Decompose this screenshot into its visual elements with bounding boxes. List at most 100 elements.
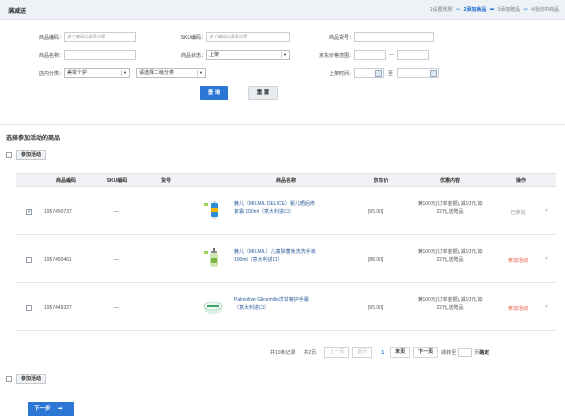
col-promo: 优惠内容 — [439, 177, 460, 184]
step-1: 1设置规则 — [429, 7, 453, 13]
divider — [0, 124, 565, 125]
price-range-label: 京东价格范围： — [318, 52, 354, 59]
join-activity-link[interactable]: 参加活动 — [502, 257, 534, 264]
chevron-down-icon[interactable]: ▼ — [544, 256, 549, 262]
listing-time-label: 上架时间： — [328, 70, 354, 77]
col-price: 京东价 — [373, 177, 389, 184]
filter-form: 商品编码： 多个编码以逗号分隔 SKU编码： 多个编码以逗号分隔 商品货号： 商… — [0, 22, 565, 124]
sku-code: — — [114, 305, 119, 311]
prev-page-button[interactable]: 首页 — [352, 347, 373, 358]
product-thumbnail — [204, 248, 218, 267]
sku-code: — — [114, 209, 119, 215]
product-name-line2: 100ml（意大利进口） — [234, 256, 283, 263]
table-row: 1957449327 — Palmolive Glicemille洋甘菊护手霜 … — [16, 283, 556, 331]
item-no-label: 商品货号： — [328, 34, 354, 41]
product-name-line1: 魅儿（MILMIL DELICE）婴儿晒后修 — [234, 201, 315, 207]
price-range-separator: — — [389, 52, 394, 58]
col-product-name: 商品名称 — [275, 177, 296, 184]
product-code: 1957450737 — [44, 209, 72, 215]
join-activity-button-bottom[interactable]: 参加活动 — [16, 374, 47, 384]
product-table: 商品编码 SKU编码 货号 商品名称 京东价 优惠内容 操作 195745073… — [16, 173, 556, 331]
category-label: 店内分类： — [38, 70, 64, 77]
category-level2-select[interactable]: 请选择二级分类 ▼ — [136, 68, 206, 78]
price: [65.00] — [368, 305, 384, 311]
top-bar: 满减送 1设置规则 ➡ 2添加商品 ➡ 3添加赠品 ➡ 4活动中商品 — [0, 0, 565, 20]
product-name-input[interactable] — [64, 50, 136, 60]
row-checkbox[interactable] — [26, 257, 32, 263]
price: [65.00] — [368, 209, 384, 215]
step-4: 4活动中商品 — [531, 7, 559, 13]
arrow-right-icon: ➡ — [455, 6, 461, 13]
product-name[interactable]: Palmolive Glicemille洋甘菊护手霜 （意大利进口） — [234, 297, 352, 312]
next-step-button[interactable]: 下一步 ➡ — [28, 402, 74, 416]
price-min-input[interactable] — [354, 50, 386, 60]
product-name-line1: Palmolive Glicemille洋甘菊护手霜 — [234, 297, 309, 303]
goto-page-input[interactable] — [458, 348, 473, 357]
next-step-label: 下一步 — [34, 406, 51, 412]
current-page[interactable]: 1 — [381, 350, 384, 356]
category-level1-value: 美妆个护 — [67, 70, 88, 76]
chevron-down-icon: ▼ — [281, 52, 288, 58]
product-thumbnail — [204, 201, 218, 219]
status-select[interactable]: 上架 ▼ — [206, 50, 290, 60]
sku-code-input[interactable]: 多个编码以逗号分隔 — [206, 32, 290, 42]
table-row: 1957450461 — 魅儿（MILMIL）儿童除菌免洗洗手液 100ml（意… — [16, 235, 556, 283]
product-name[interactable]: 魅儿（MILMIL）儿童除菌免洗洗手液 100ml（意大利进口） — [234, 249, 352, 264]
product-name[interactable]: 魅儿（MILMIL DELICE）婴儿晒后修 复霜 100ml（意大利进口） — [234, 201, 352, 216]
sku-code-label: SKU编码： — [180, 34, 206, 41]
calendar-icon[interactable] — [375, 69, 382, 77]
calendar-icon[interactable] — [430, 69, 438, 77]
listing-time-separator: 至 — [388, 70, 394, 77]
col-item-no: 货号 — [160, 177, 171, 184]
product-name-label: 商品名称： — [38, 52, 64, 59]
chevron-down-icon[interactable]: ▼ — [544, 304, 549, 310]
item-no-input[interactable] — [354, 32, 434, 42]
section-title: 选择参加活动的商品 — [6, 136, 61, 142]
operation-status: 已参加 — [510, 210, 526, 216]
product-name-line2: 复霜 100ml（意大利进口） — [234, 208, 295, 215]
promo-line2: 22元,送赠品 — [436, 256, 464, 263]
row-checkbox[interactable] — [26, 208, 32, 215]
goto-label: 跳转至 — [441, 350, 457, 356]
row-checkbox[interactable] — [26, 305, 32, 311]
promo-content: 满100元(订单金额),减10元,如 22元,送赠品 — [408, 201, 492, 216]
pagination: 共10条记录 共2页 上一页 首页 1 末页 下一页 跳转至 页 确定 — [270, 347, 489, 358]
select-all-checkbox[interactable] — [6, 152, 12, 158]
total-pages: 共2页 — [303, 350, 317, 356]
category-level1-select[interactable]: 美妆个护 ▼ — [64, 68, 130, 78]
promo-content: 满100元(订单金额),减10元,如 22元,送赠品 — [408, 249, 492, 264]
total-records: 共10条记录 — [270, 350, 296, 356]
product-name-line2: （意大利进口） — [234, 304, 270, 311]
price-max-input[interactable] — [397, 50, 429, 60]
chevron-down-icon[interactable]: ▼ — [544, 208, 549, 214]
promo-line2: 22元,送赠品 — [436, 304, 464, 311]
product-thumbnail — [203, 301, 223, 314]
chevron-down-icon: ▼ — [121, 70, 128, 76]
join-activity-link[interactable]: 参加活动 — [502, 305, 534, 312]
goto-confirm-button[interactable]: 确定 — [479, 349, 489, 356]
step-3: 3添加赠品 — [497, 7, 521, 13]
col-sku-code: SKU编码 — [106, 177, 128, 184]
last-page-button[interactable]: 末页 — [390, 347, 411, 358]
product-name-line1: 魅儿（MILMIL）儿童除菌免洗洗手液 — [234, 249, 316, 255]
sku-code: — — [114, 257, 119, 263]
step-2: 2添加商品 — [463, 7, 487, 13]
next-page-button[interactable]: 下一页 — [413, 347, 439, 358]
product-code: 1957449327 — [44, 305, 72, 311]
select-all-checkbox-bottom[interactable] — [6, 376, 12, 382]
join-activity-button-top[interactable]: 参加活动 — [16, 150, 47, 160]
price: [88.00] — [368, 257, 384, 263]
first-page-button[interactable]: 上一页 — [324, 347, 350, 358]
product-code-input[interactable]: 多个编码以逗号分隔 — [64, 32, 136, 42]
reset-button[interactable]: 重 置 — [248, 86, 278, 100]
step-indicator: 1设置规则 ➡ 2添加商品 ➡ 3添加赠品 ➡ 4活动中商品 — [429, 6, 559, 14]
arrow-right-icon: ➡ — [523, 6, 529, 13]
search-button[interactable]: 查 询 — [200, 86, 228, 100]
promo-line2: 22元,送赠品 — [436, 208, 464, 215]
promo-line1: 满100元(订单金额),减10元,如 — [417, 297, 483, 303]
page-title: 满减送 — [8, 9, 27, 15]
product-code-label: 商品编码： — [38, 34, 64, 41]
promo-line1: 满100元(订单金额),减10元,如 — [417, 249, 483, 255]
col-product-code: 商品编码 — [55, 177, 76, 184]
arrow-right-icon: ➡ — [58, 406, 63, 412]
